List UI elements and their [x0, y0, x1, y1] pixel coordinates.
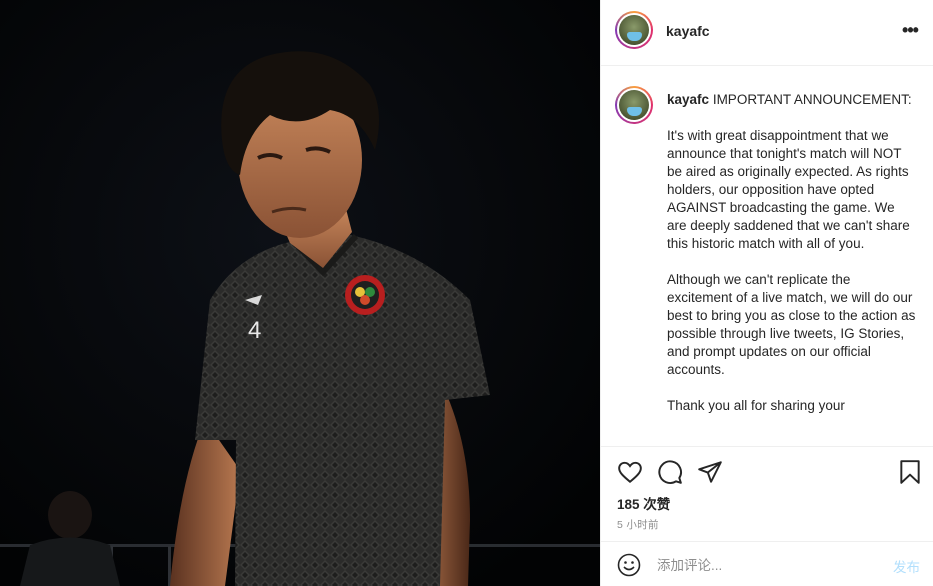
caption-paragraph: Thank you all for sharing your — [667, 398, 845, 413]
player-photo: 4 — [0, 0, 600, 586]
jersey-number: 4 — [248, 317, 261, 344]
more-options-button[interactable]: ••• — [898, 20, 922, 44]
post-actions: 185 次赞 5 小时前 发布 — [601, 446, 933, 586]
heart-icon[interactable] — [617, 459, 643, 485]
likes-count[interactable]: 185 次赞 — [617, 493, 670, 513]
avatar[interactable] — [615, 11, 653, 49]
header-username[interactable]: kayafc — [666, 23, 710, 39]
caption-area: kayafc IMPORTANT ANNOUNCEMENT: It's with… — [601, 67, 933, 447]
post-photo: 4 — [0, 0, 600, 586]
caption-paragraph: Although we can't replicate the exciteme… — [667, 272, 916, 377]
post-header: kayafc ••• — [601, 0, 933, 66]
caption-username[interactable]: kayafc — [667, 92, 709, 107]
post-side-panel: kayafc ••• kayafc IMPORTANT ANNOUNCEMENT… — [600, 0, 933, 586]
caption-heading: IMPORTANT ANNOUNCEMENT: — [712, 92, 912, 107]
post-comment-button[interactable]: 发布 — [893, 556, 920, 576]
comment-bar: 发布 — [601, 541, 933, 586]
share-icon[interactable] — [697, 459, 723, 485]
caption-avatar[interactable] — [615, 86, 653, 124]
caption-text: kayafc IMPORTANT ANNOUNCEMENT: It's with… — [667, 91, 917, 433]
emoji-icon[interactable] — [617, 553, 641, 577]
comment-icon[interactable] — [657, 459, 683, 485]
comment-input[interactable] — [657, 555, 877, 575]
bookmark-icon[interactable] — [897, 459, 923, 485]
post-timestamp[interactable]: 5 小时前 — [617, 517, 659, 532]
caption-paragraph: It's with great disappointment that we a… — [667, 128, 910, 251]
